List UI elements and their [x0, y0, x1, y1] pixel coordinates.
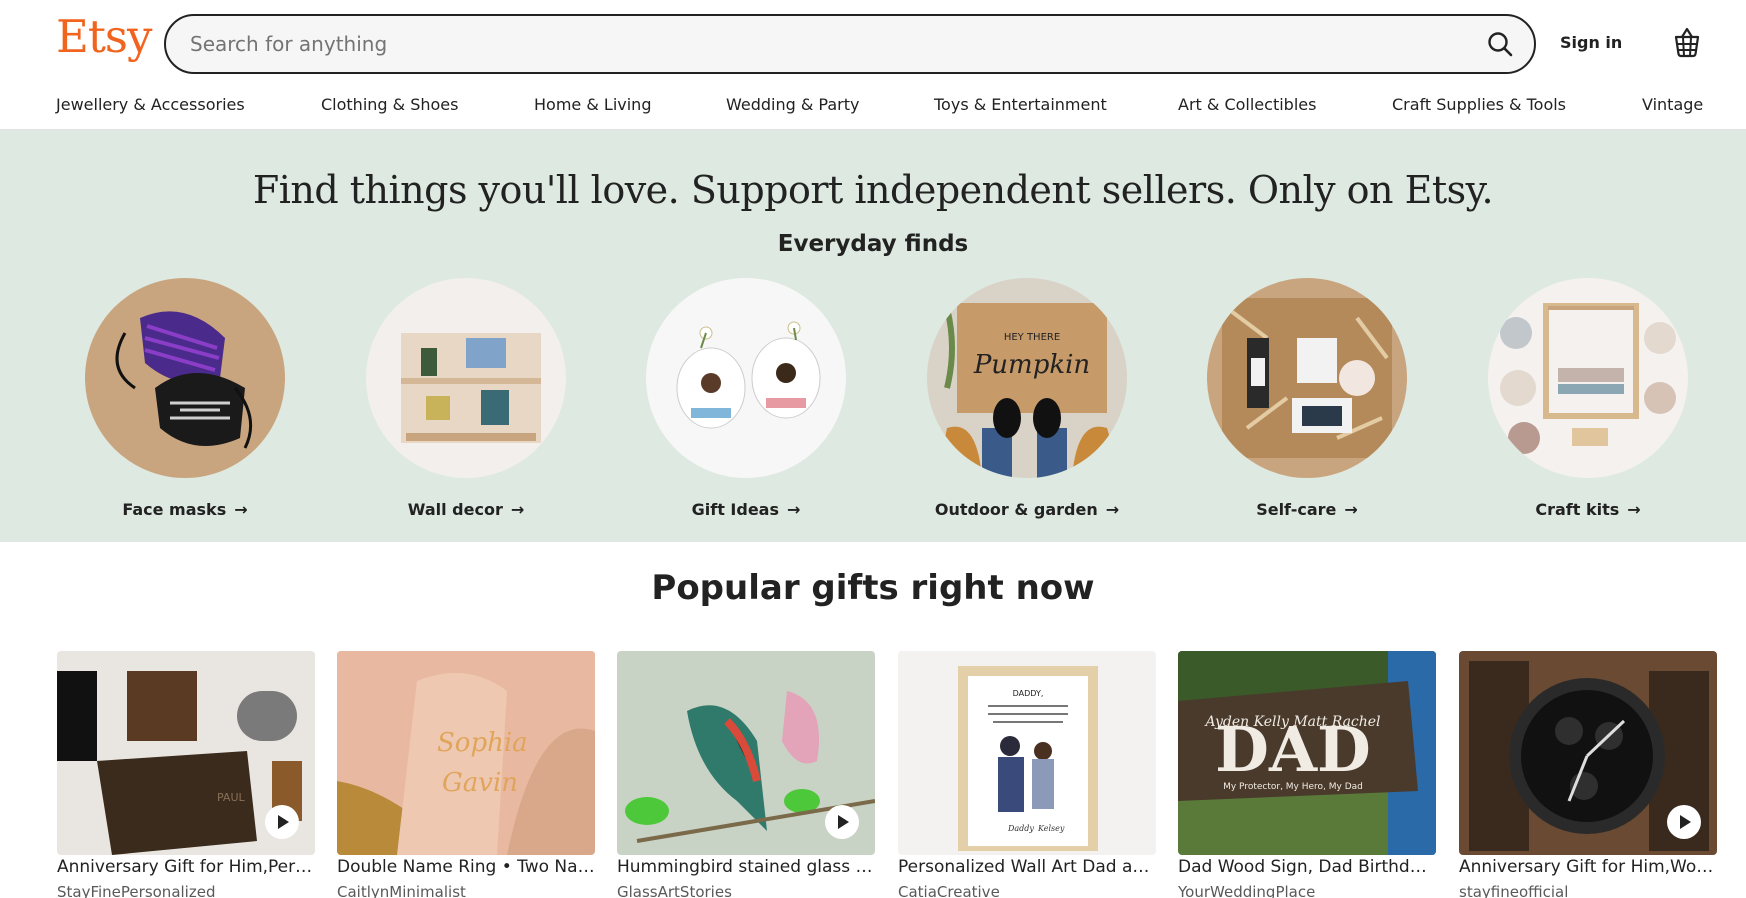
category-toys-entertainment[interactable]: Toys & Entertainment: [934, 95, 1107, 114]
listing-image: Sophia Gavin: [337, 651, 595, 855]
svg-text:HEY THERE: HEY THERE: [1004, 332, 1060, 343]
finds-label: Face masks →: [65, 500, 305, 519]
arrow-right-icon: →: [510, 500, 525, 519]
category-home-living[interactable]: Home & Living: [534, 95, 651, 114]
listing-image: DADDY, Daddy Kelsey: [898, 651, 1156, 855]
finds-label-text: Self-care: [1256, 500, 1337, 519]
listing-shop-name: GlassArtStories: [617, 883, 732, 898]
finds-label-text: Wall decor: [407, 500, 503, 519]
listing-title[interactable]: Anniversary Gift for Him,Wooden Watch: [1459, 857, 1717, 877]
finds-label: Outdoor & garden →: [907, 500, 1147, 519]
svg-text:Pumpkin: Pumpkin: [973, 350, 1090, 380]
outdoor-garden-image: HEY THERE Pumpkin: [927, 278, 1127, 478]
search-icon: [1488, 32, 1513, 57]
svg-text:My Protector, My Hero, My Dad: My Protector, My Hero, My Dad: [1223, 782, 1363, 792]
hero-title: Find things you'll love. Support indepen…: [252, 168, 1494, 212]
finds-label: Self-care →: [1187, 500, 1427, 519]
gift-ideas-image: [646, 278, 846, 478]
listing-title[interactable]: Double Name Ring • Two Name Ring: [337, 857, 595, 877]
listing-title[interactable]: Personalized Wall Art Dad and Daughter: [898, 857, 1156, 877]
everyday-finds-heading: Everyday finds: [777, 231, 969, 257]
category-art-collectibles[interactable]: Art & Collectibles: [1178, 95, 1316, 114]
shopping-basket-icon: [1674, 27, 1700, 58]
craft-kits-image: [1488, 278, 1688, 478]
listing-image: DAD Ayden Kelly Matt Rachel My Protector…: [1178, 651, 1436, 855]
arrow-right-icon: →: [786, 500, 801, 519]
finds-label-text: Face masks: [122, 500, 227, 519]
listing-shop-name: stayfineofficial: [1459, 883, 1569, 898]
svg-text:Gavin: Gavin: [442, 768, 518, 798]
arrow-right-icon: →: [1627, 500, 1641, 519]
finds-label: Craft kits →: [1468, 500, 1708, 519]
play-video-icon[interactable]: [1667, 805, 1701, 839]
face-masks-image: [85, 278, 285, 478]
finds-label-text: Gift Ideas: [691, 500, 779, 519]
finds-label-text: Outdoor & garden: [934, 500, 1098, 519]
finds-label: Gift Ideas →: [626, 500, 866, 519]
wall-decor-image: [366, 278, 566, 478]
self-care-image: [1207, 278, 1407, 478]
arrow-right-icon: →: [234, 500, 248, 519]
listing-title[interactable]: Anniversary Gift for Him,Personalized Wa…: [57, 857, 315, 877]
cart-button[interactable]: [1672, 26, 1702, 58]
listing-shop-name: YourWeddingPlace: [1178, 883, 1316, 898]
category-wedding-party[interactable]: Wedding & Party: [726, 95, 859, 114]
svg-text:PAUL: PAUL: [217, 791, 246, 804]
listing-title[interactable]: Dad Wood Sign, Dad Birthday Gift: [1178, 857, 1436, 877]
listing-image: [617, 651, 875, 855]
category-jewellery-accessories[interactable]: Jewellery & Accessories: [56, 95, 245, 114]
finds-label-text: Craft kits: [1535, 500, 1620, 519]
arrow-right-icon: →: [1344, 500, 1358, 519]
svg-text:Daddy: Daddy: [1007, 824, 1034, 833]
play-video-icon[interactable]: [825, 805, 859, 839]
listing-shop-name: StayFinePersonalized: [57, 883, 216, 898]
finds-label: Wall decor →: [346, 500, 586, 519]
search-button[interactable]: [1478, 22, 1522, 66]
svg-text:Ayden Kelly Matt Rachel: Ayden Kelly Matt Rachel: [1203, 714, 1380, 730]
listing-shop-name: CaitlynMinimalist: [337, 883, 466, 898]
search-bar: [164, 14, 1536, 74]
svg-text:DADDY,: DADDY,: [1013, 689, 1044, 698]
arrow-right-icon: →: [1105, 500, 1120, 519]
listing-image: [1459, 651, 1717, 855]
category-clothing-shoes[interactable]: Clothing & Shoes: [321, 95, 458, 114]
listing-title[interactable]: Hummingbird stained glass suncatcher: [617, 857, 875, 877]
hero-banner: Find things you'll love. Support indepen…: [0, 130, 1746, 542]
category-nav: Jewellery & Accessories Clothing & Shoes…: [0, 88, 1746, 130]
popular-gifts-heading: Popular gifts right now: [651, 568, 1095, 608]
svg-text:Sophia: Sophia: [437, 728, 528, 758]
play-video-icon[interactable]: [265, 805, 299, 839]
listing-image: PAUL: [57, 651, 315, 855]
search-input[interactable]: [190, 16, 1440, 72]
svg-text:Kelsey: Kelsey: [1037, 824, 1065, 833]
sign-in-link[interactable]: Sign in: [1560, 33, 1622, 52]
listing-shop-name: CatiaCreative: [898, 883, 1000, 898]
category-vintage[interactable]: Vintage: [1642, 95, 1703, 114]
category-craft-supplies-tools[interactable]: Craft Supplies & Tools: [1392, 95, 1566, 114]
etsy-logo[interactable]: Etsy: [56, 14, 152, 59]
site-header: Etsy Sign in: [0, 0, 1746, 88]
